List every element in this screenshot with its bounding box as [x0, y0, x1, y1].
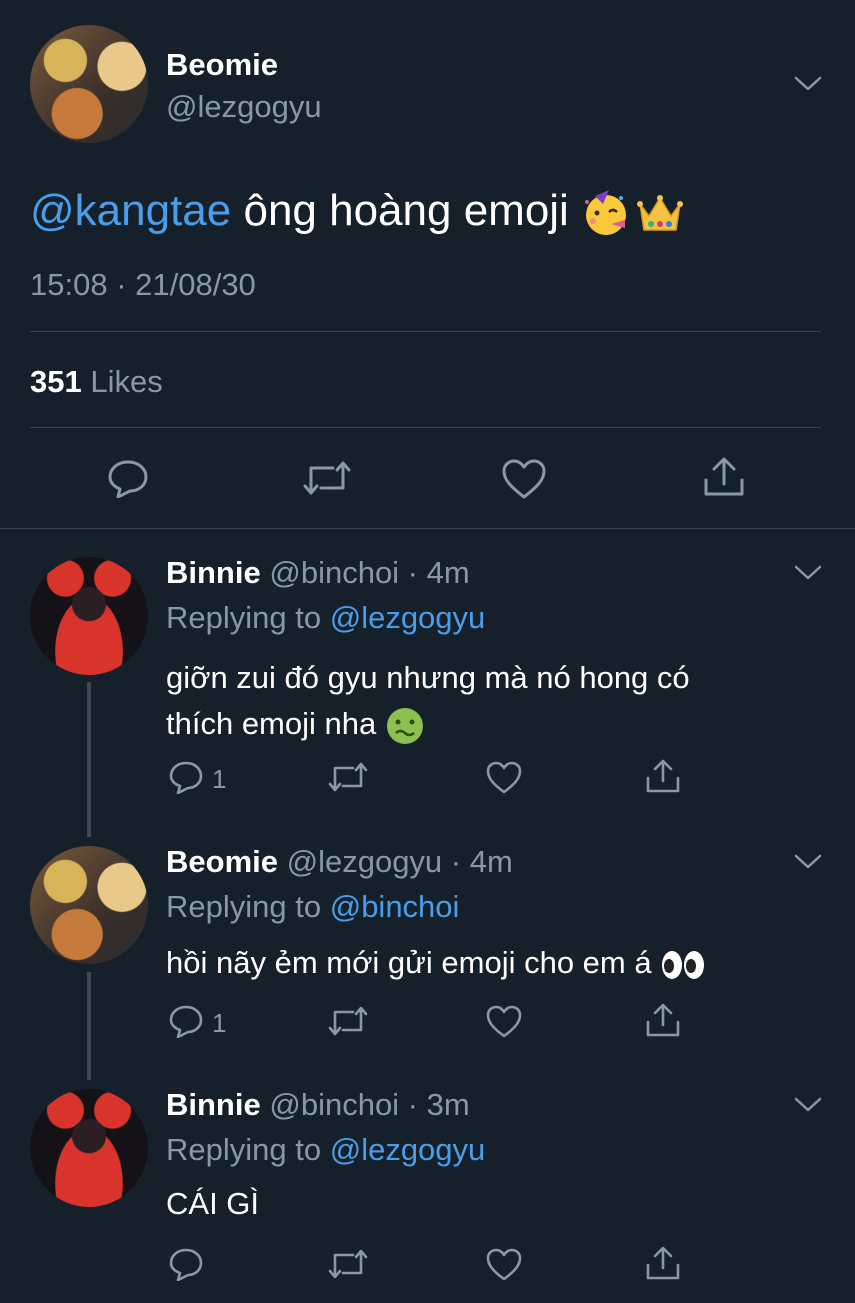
- author-handle[interactable]: @lezgogyu: [166, 89, 322, 125]
- like-icon[interactable]: [501, 458, 547, 500]
- replying-to: Replying to @lezgogyu: [166, 1132, 485, 1168]
- timestamp[interactable]: 15:08 · 21/08/30: [30, 267, 256, 303]
- mention-link[interactable]: @kangtae: [30, 186, 231, 235]
- reply-icon[interactable]: [106, 458, 150, 498]
- eyes-icon: [662, 950, 705, 979]
- thread-line: [87, 972, 91, 1080]
- replying-to: Replying to @lezgogyu: [166, 600, 485, 636]
- reply-count: 1: [212, 764, 227, 794]
- avatar[interactable]: [30, 25, 148, 143]
- like-icon[interactable]: [485, 1004, 523, 1039]
- avatar[interactable]: [30, 557, 148, 675]
- chevron-down-icon[interactable]: [793, 74, 823, 94]
- avatar[interactable]: [30, 846, 148, 964]
- reply-text-fragment: thích emoji nha: [166, 706, 385, 741]
- chevron-down-icon[interactable]: [793, 852, 823, 872]
- reply-text-line: hồi nãy ẻm mới gửi emoji cho em á: [166, 945, 661, 980]
- replying-label: Replying to: [166, 889, 330, 924]
- share-icon[interactable]: [645, 1245, 681, 1281]
- reply-header: Binnie @binchoi · 4m: [166, 555, 470, 591]
- tweet-body: ông hoàng emoji: [231, 186, 582, 235]
- author-name[interactable]: Beomie: [166, 47, 278, 83]
- reply-text: hồi nãy ẻm mới gửi emoji cho em á: [166, 942, 706, 984]
- author-name[interactable]: Beomie: [166, 844, 278, 879]
- reply-icon[interactable]: [168, 760, 204, 794]
- reply-icon[interactable]: [168, 1247, 204, 1281]
- author-name[interactable]: Binnie: [166, 1087, 261, 1122]
- author-handle[interactable]: @binchoi · 4m: [269, 555, 469, 590]
- share-icon[interactable]: [645, 1002, 681, 1038]
- author-handle[interactable]: @lezgogyu · 4m: [287, 844, 513, 879]
- like-icon[interactable]: [485, 760, 523, 795]
- likes-summary[interactable]: 351 Likes: [30, 364, 163, 400]
- author-handle[interactable]: @binchoi · 3m: [269, 1087, 469, 1122]
- retweet-icon[interactable]: [327, 760, 369, 794]
- retweet-icon[interactable]: [301, 458, 353, 498]
- retweet-icon[interactable]: [327, 1004, 369, 1038]
- reply-text: giỡn zui đó gyu nhưng mà nó hong có thíc…: [166, 655, 690, 747]
- replying-to-link[interactable]: @lezgogyu: [330, 600, 486, 635]
- nauseated-face-icon: [386, 707, 423, 744]
- avatar[interactable]: [30, 1089, 148, 1207]
- share-icon[interactable]: [645, 758, 681, 794]
- reply-icon[interactable]: [168, 1004, 204, 1038]
- replying-label: Replying to: [166, 1132, 330, 1167]
- reply-count: 1: [212, 1008, 227, 1038]
- tweet-text: @kangtae ông hoàng emoji: [30, 183, 685, 239]
- partying-face-icon: [585, 190, 627, 236]
- replying-to-link[interactable]: @binchoi: [330, 889, 460, 924]
- author-name[interactable]: Binnie: [166, 555, 261, 590]
- reply-text-line: thích emoji nha: [166, 701, 690, 747]
- likes-count: 351: [30, 364, 82, 399]
- crown-icon: [637, 195, 684, 232]
- reply-header: Binnie @binchoi · 3m: [166, 1087, 470, 1123]
- likes-label: Likes: [90, 364, 163, 399]
- thread-line: [87, 682, 91, 837]
- divider: [0, 528, 855, 529]
- like-icon[interactable]: [485, 1247, 523, 1282]
- share-icon[interactable]: [702, 456, 746, 498]
- retweet-icon[interactable]: [327, 1247, 369, 1281]
- divider: [30, 331, 821, 332]
- reply-text-line: giỡn zui đó gyu nhưng mà nó hong có: [166, 660, 690, 695]
- replying-to-link[interactable]: @lezgogyu: [330, 1132, 486, 1167]
- replying-label: Replying to: [166, 600, 330, 635]
- divider: [30, 427, 821, 428]
- replying-to: Replying to @binchoi: [166, 889, 459, 925]
- chevron-down-icon[interactable]: [793, 1095, 823, 1115]
- chevron-down-icon[interactable]: [793, 563, 823, 583]
- reply-header: Beomie @lezgogyu · 4m: [166, 844, 513, 880]
- reply-text: CÁI GÌ: [166, 1186, 260, 1221]
